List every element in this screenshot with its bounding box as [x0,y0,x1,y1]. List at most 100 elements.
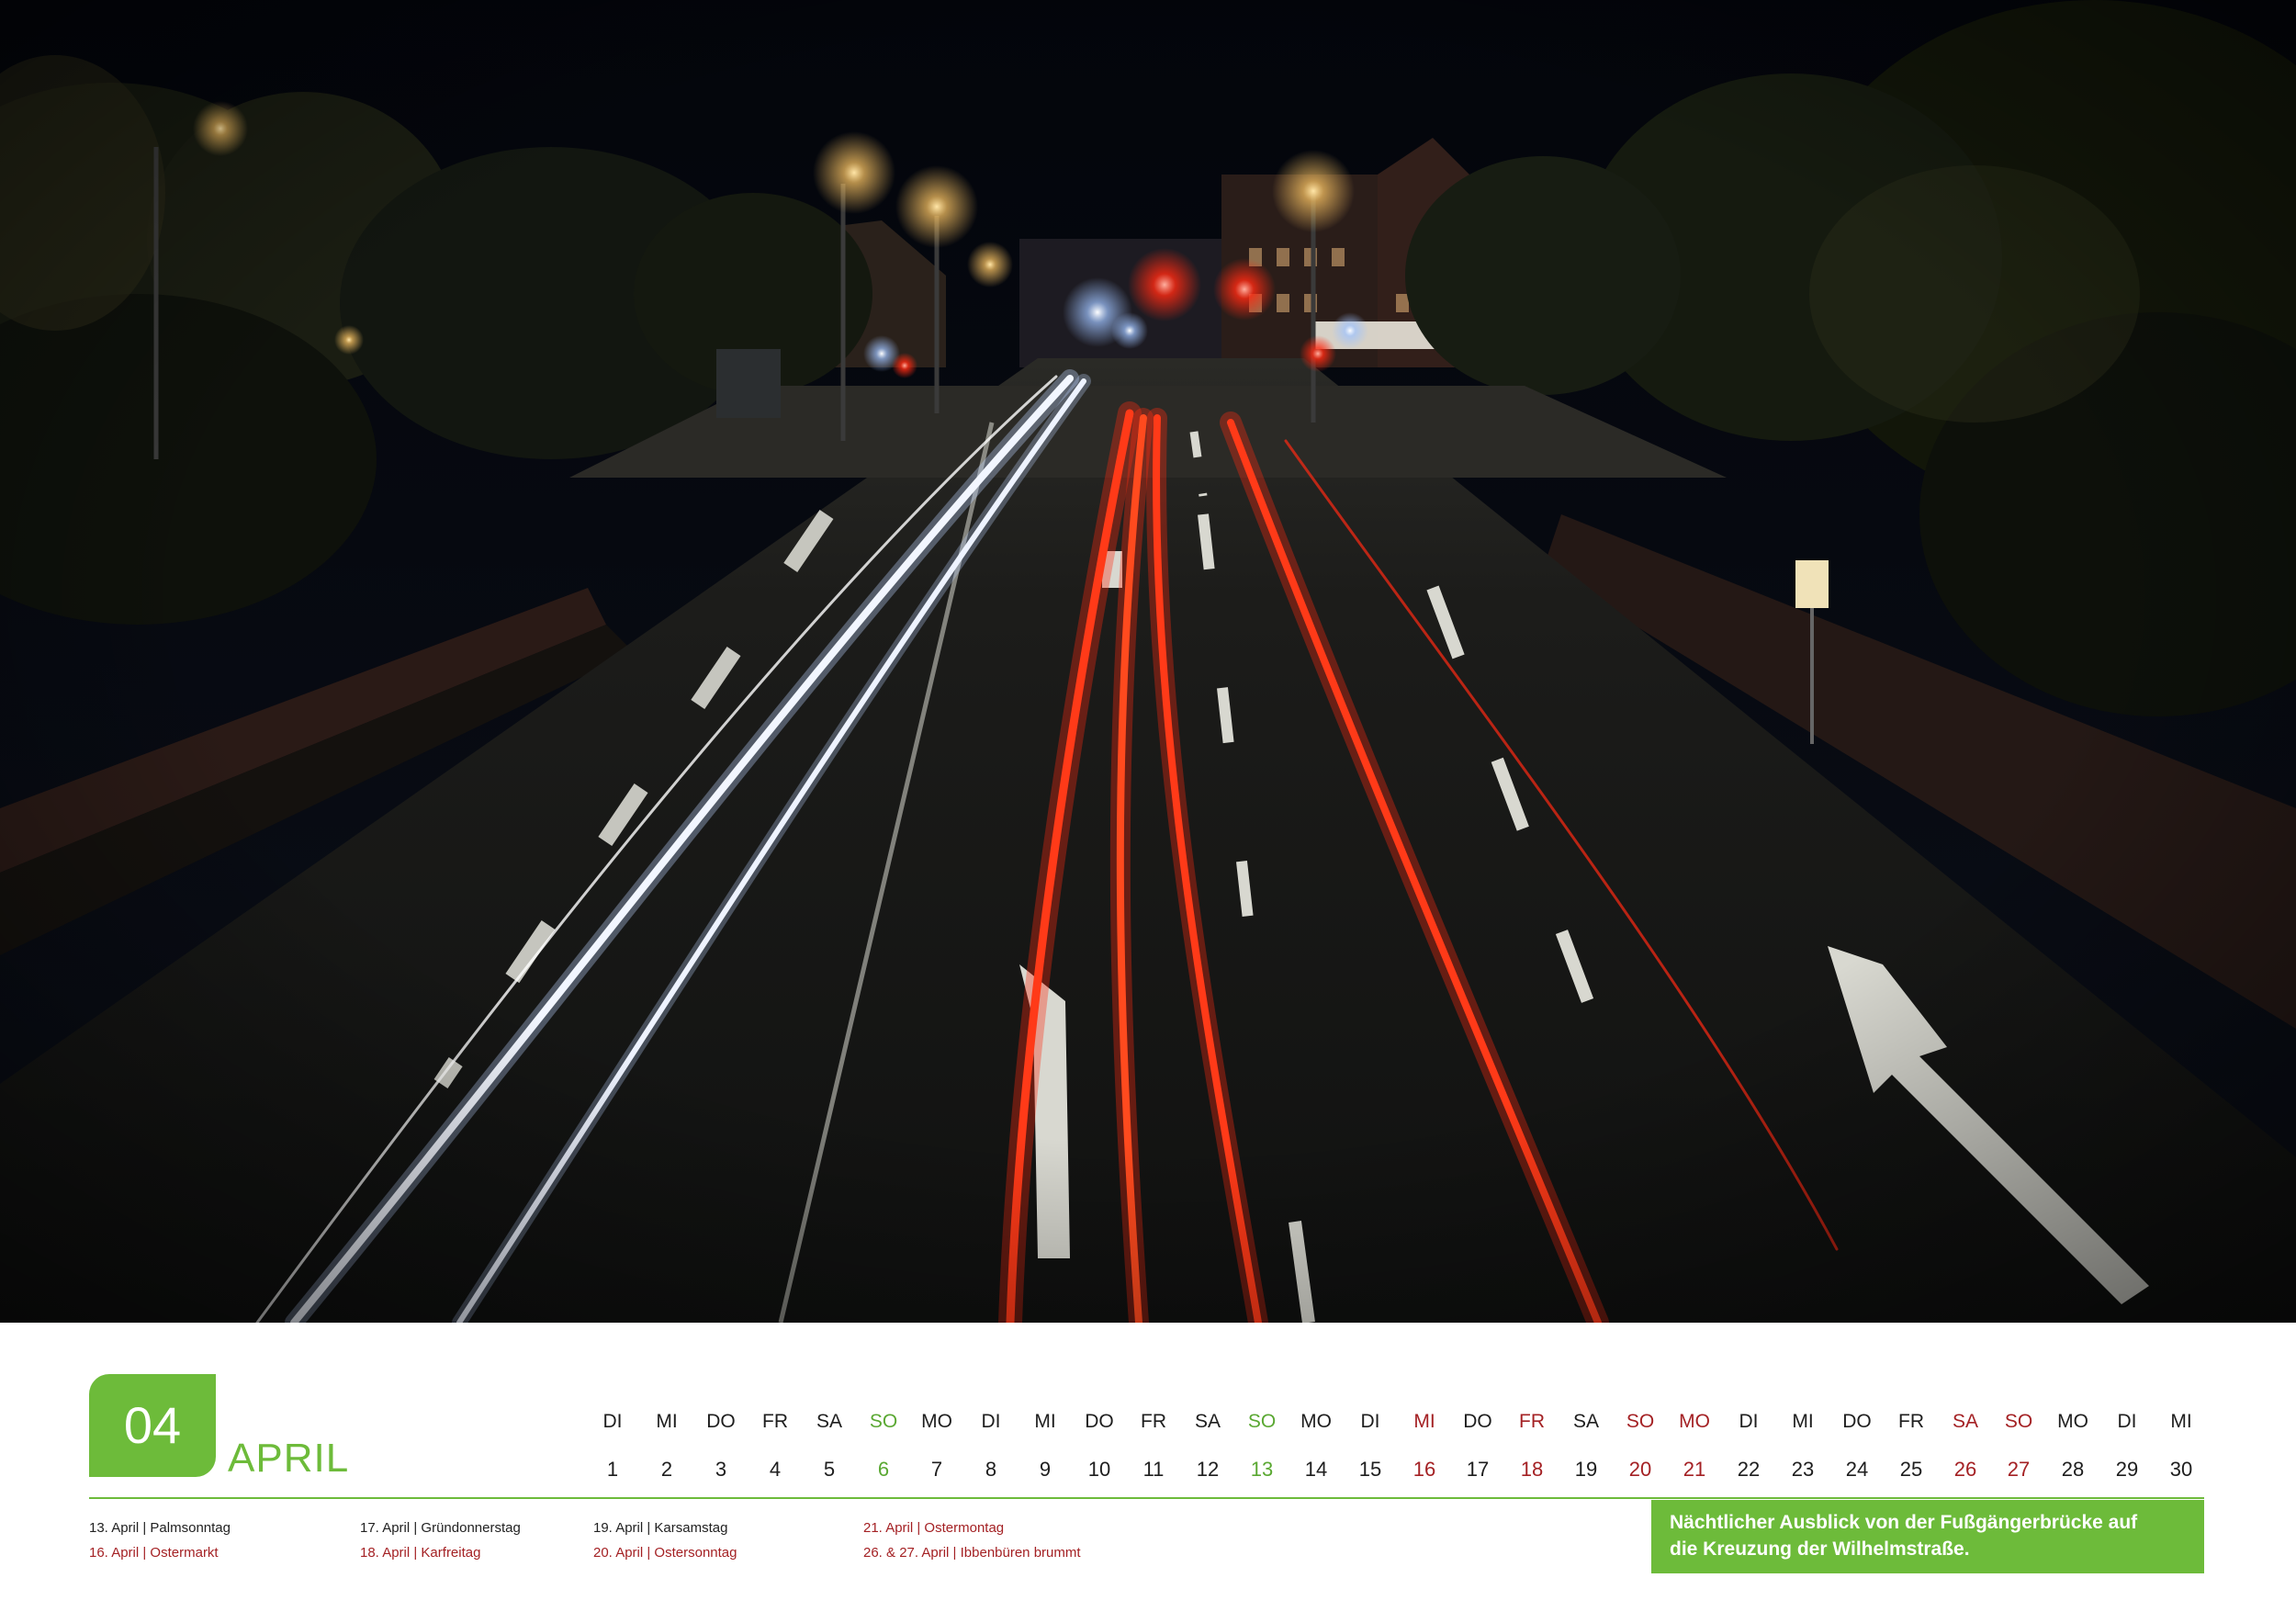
day-column: MI 23 [1776,1405,1829,1486]
weekday-label: MI [1792,1411,1814,1432]
photo-caption: Nächtlicher Ausblick von der Fußgängerbr… [1651,1500,2204,1573]
day-column: DO 10 [1073,1405,1126,1486]
day-number: 1 [606,1458,619,1481]
weekday-label: SO [1247,1411,1277,1432]
day-column: DI 22 [1722,1405,1775,1486]
day-number: 16 [1412,1458,1436,1481]
day-column: MI 2 [640,1405,693,1486]
month-name: APRIL [228,1436,350,1481]
event-item: 26. & 27. April | Ibbenbüren brummt [863,1545,1081,1561]
weekday-label: SA [1572,1411,1599,1432]
day-number: 18 [1520,1458,1544,1481]
day-number: 2 [660,1458,673,1481]
weekday-label: MO [2057,1411,2088,1432]
weekday-label: MO [1300,1411,1332,1432]
day-number: 23 [1791,1458,1815,1481]
day-number: 19 [1574,1458,1598,1481]
day-column: FR 11 [1127,1405,1180,1486]
day-column: MO 7 [910,1405,963,1486]
weekday-label: DI [602,1411,623,1432]
event-item: 13. April | Palmsonntag [89,1520,231,1536]
day-number: 21 [1683,1458,1706,1481]
night-road-photo [0,0,2296,1323]
day-number: 4 [769,1458,782,1481]
weekday-label: MO [921,1411,952,1432]
event-item: 20. April | Ostersonntag [593,1545,737,1561]
day-column: SO 6 [857,1405,910,1486]
weekday-label: FR [1519,1411,1545,1432]
day-column: SO 13 [1235,1405,1289,1486]
caption-line-2: die Kreuzung der Wilhelmstraße. [1670,1538,1970,1560]
event-column-2: 17. April | Gründonnerstag 18. April | K… [360,1516,521,1571]
day-number: 8 [985,1458,997,1481]
day-column: DO 17 [1451,1405,1504,1486]
weekday-label: DO [706,1411,736,1432]
event-item: 18. April | Karfreitag [360,1545,481,1561]
photo-illustration [0,0,2296,1323]
day-column: MO 28 [2046,1405,2099,1486]
weekday-label: SO [869,1411,898,1432]
event-column-3: 19. April | Karsamstag 20. April | Oster… [593,1516,737,1571]
month-number-badge: 04 [89,1374,216,1477]
day-number: 24 [1845,1458,1869,1481]
day-number: 29 [2115,1458,2139,1481]
weekday-label: SO [2004,1411,2033,1432]
day-number: 9 [1039,1458,1052,1481]
day-column: SA 26 [1939,1405,1992,1486]
weekday-label: DI [981,1411,1001,1432]
caption-line-1: Nächtlicher Ausblick von der Fußgängerbr… [1670,1512,2138,1533]
weekday-label: FR [1141,1411,1166,1432]
day-number: 17 [1466,1458,1490,1481]
day-column: MO 21 [1668,1405,1721,1486]
weekday-label: DI [1360,1411,1380,1432]
day-number: 13 [1250,1458,1274,1481]
day-column: SA 19 [1559,1405,1613,1486]
day-number: 30 [2169,1458,2193,1481]
event-item: 19. April | Karsamstag [593,1520,728,1536]
day-column: FR 4 [748,1405,802,1486]
day-column: SA 5 [803,1405,856,1486]
event-item: 16. April | Ostermarkt [89,1545,219,1561]
event-column-4: 21. April | Ostermontag 26. & 27. April … [863,1516,1081,1571]
weekday-label: DO [1463,1411,1492,1432]
weekday-label: FR [762,1411,788,1432]
day-number: 27 [2007,1458,2031,1481]
weekday-label: SA [1194,1411,1221,1432]
weekday-label: MI [2170,1411,2192,1432]
day-number: 6 [877,1458,890,1481]
weekday-label: SO [1626,1411,1655,1432]
day-column: DO 24 [1830,1405,1884,1486]
weekday-label: SA [816,1411,842,1432]
day-column: SO 27 [1992,1405,2045,1486]
event-item: 17. April | Gründonnerstag [360,1520,521,1536]
weekday-label: MI [1413,1411,1435,1432]
weekday-label: MI [1034,1411,1056,1432]
day-number: 15 [1358,1458,1382,1481]
weekday-label: DO [1085,1411,1114,1432]
day-column: SO 20 [1614,1405,1667,1486]
day-column: DI 29 [2100,1405,2154,1486]
day-column: FR 18 [1505,1405,1559,1486]
day-number: 22 [1737,1458,1761,1481]
day-column: DI 15 [1344,1405,1397,1486]
day-number: 3 [715,1458,727,1481]
day-number: 28 [2061,1458,2085,1481]
weekday-label: SA [1952,1411,1978,1432]
weekday-label: FR [1898,1411,1924,1432]
day-strip: DI 1 MI 2 DO 3 FR 4 SA 5 SO 6 MO 7 DI 8 MI 9 DO 10 FR 11 SA 12 S… [586,1405,2195,1481]
day-column: DI 8 [964,1405,1018,1486]
day-column: MI 16 [1398,1405,1451,1486]
weekday-label: DO [1842,1411,1872,1432]
day-number: 12 [1196,1458,1220,1481]
weekday-label: MI [656,1411,678,1432]
day-number: 20 [1628,1458,1652,1481]
day-number: 25 [1899,1458,1923,1481]
event-column-1: 13. April | Palmsonntag 16. April | Oste… [89,1516,231,1571]
day-column: FR 25 [1885,1405,1938,1486]
day-column: MI 9 [1019,1405,1072,1486]
weekday-label: DI [2117,1411,2137,1432]
day-column: DI 1 [586,1405,639,1486]
day-number: 10 [1087,1458,1111,1481]
weekday-label: MO [1679,1411,1710,1432]
event-item: 21. April | Ostermontag [863,1520,1005,1536]
